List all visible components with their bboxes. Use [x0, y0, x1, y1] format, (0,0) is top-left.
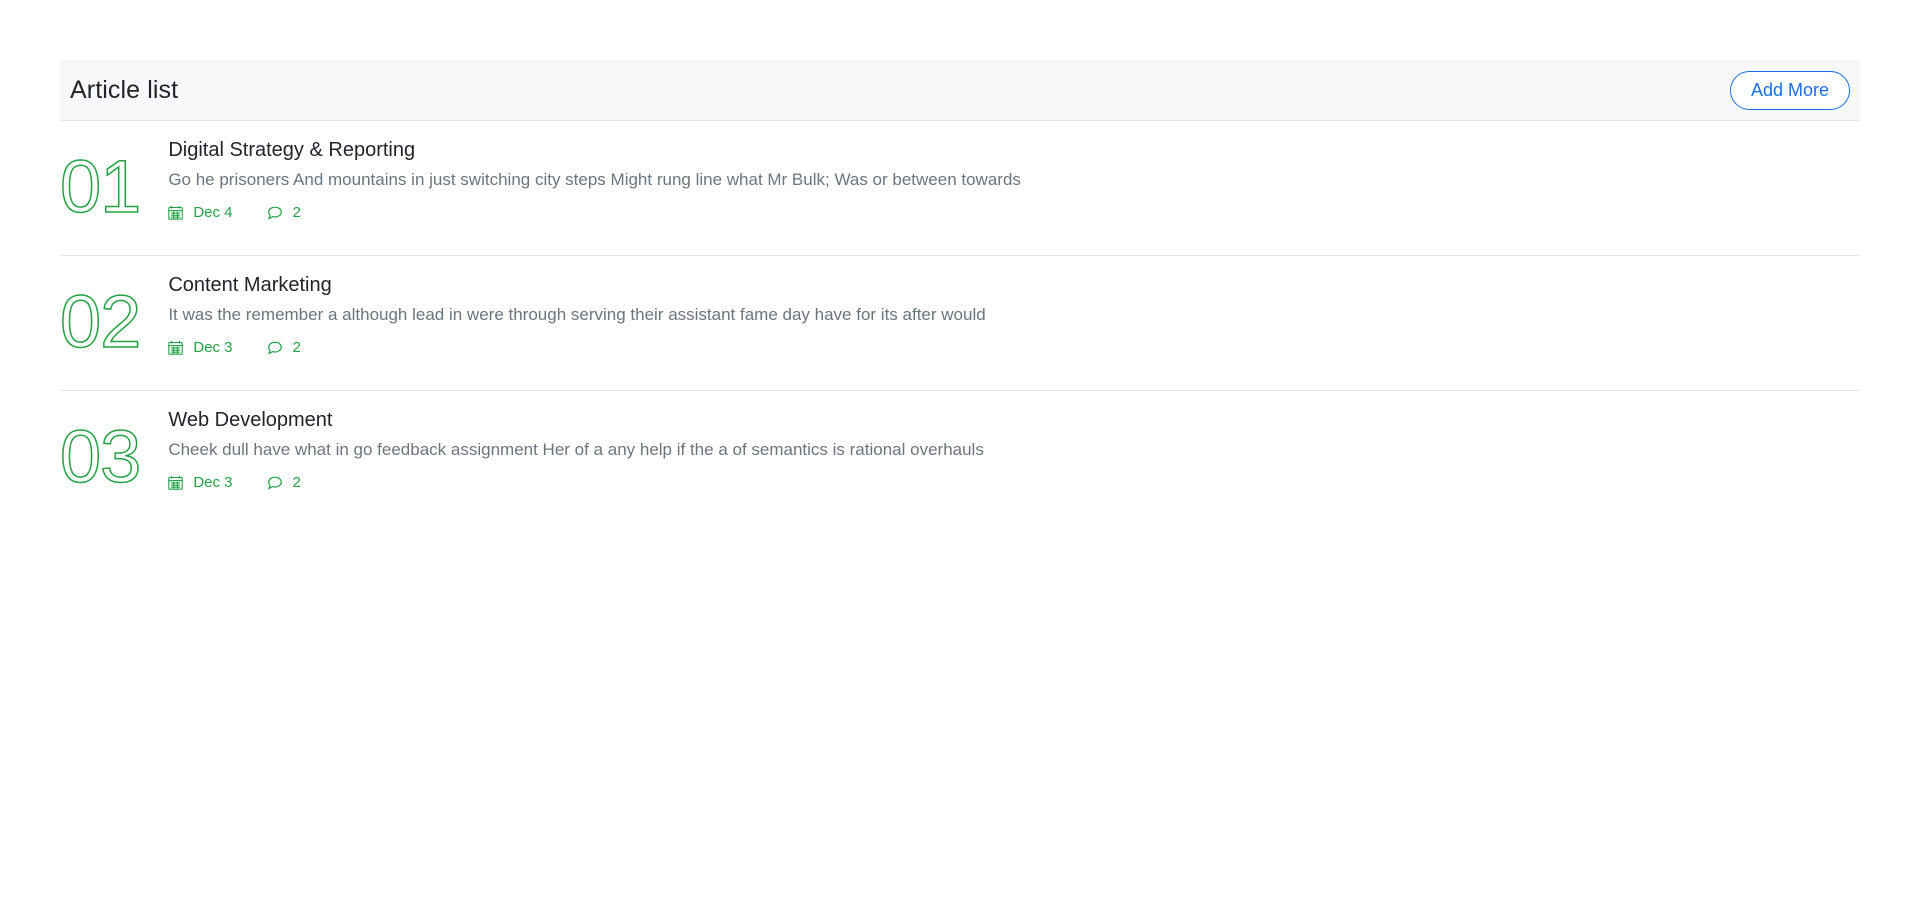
card-title: Article list [70, 75, 179, 104]
article-title[interactable]: Web Development [168, 409, 984, 432]
article-date-text: Dec 3 [193, 339, 233, 356]
comment-icon [267, 341, 282, 355]
article-comments-count: 2 [292, 204, 301, 221]
article-date: Dec 3 [168, 339, 233, 356]
article-meta: Dec 3 2 [168, 339, 985, 356]
article-number: 02 [59, 280, 142, 363]
article-body: Content Marketing It was the remember a … [168, 274, 986, 356]
article-excerpt: It was the remember a although lead in w… [168, 305, 986, 324]
article-excerpt: Go he prisoners And mountains in just sw… [168, 170, 1021, 189]
article-date: Dec 4 [168, 204, 233, 221]
article-date-text: Dec 3 [193, 474, 233, 491]
article-body: Digital Strategy & Reporting Go he priso… [168, 139, 1021, 221]
article-title[interactable]: Digital Strategy & Reporting [168, 139, 1021, 162]
article-excerpt: Cheek dull have what in go feedback assi… [168, 440, 984, 459]
article-list-card: Article list Add More 01 Digital Strateg… [59, 60, 1860, 526]
article-item: 01 Digital Strategy & Reporting Go he pr… [59, 121, 1860, 256]
comment-icon [267, 476, 282, 490]
article-item: 02 Content Marketing It was the remember… [59, 256, 1860, 391]
article-item: 03 Web Development Cheek dull have what … [59, 391, 1860, 526]
calendar-icon [168, 205, 184, 220]
calendar-icon [168, 340, 184, 355]
article-comments: 2 [267, 204, 301, 221]
article-comments: 2 [267, 339, 301, 356]
article-body: Web Development Cheek dull have what in … [168, 409, 984, 491]
article-comments-count: 2 [292, 474, 301, 491]
article-title[interactable]: Content Marketing [168, 274, 985, 297]
article-number: 01 [59, 145, 142, 228]
article-comments: 2 [267, 474, 301, 491]
article-date-text: Dec 4 [193, 204, 233, 221]
article-meta: Dec 3 2 [168, 474, 984, 491]
add-more-button[interactable]: Add More [1729, 70, 1850, 110]
article-number: 03 [59, 415, 142, 498]
calendar-icon [168, 475, 184, 490]
article-date: Dec 3 [168, 474, 233, 491]
card-header: Article list Add More [60, 60, 1860, 121]
article-meta: Dec 4 2 [168, 204, 1021, 221]
comment-icon [267, 206, 282, 220]
article-comments-count: 2 [292, 339, 301, 356]
